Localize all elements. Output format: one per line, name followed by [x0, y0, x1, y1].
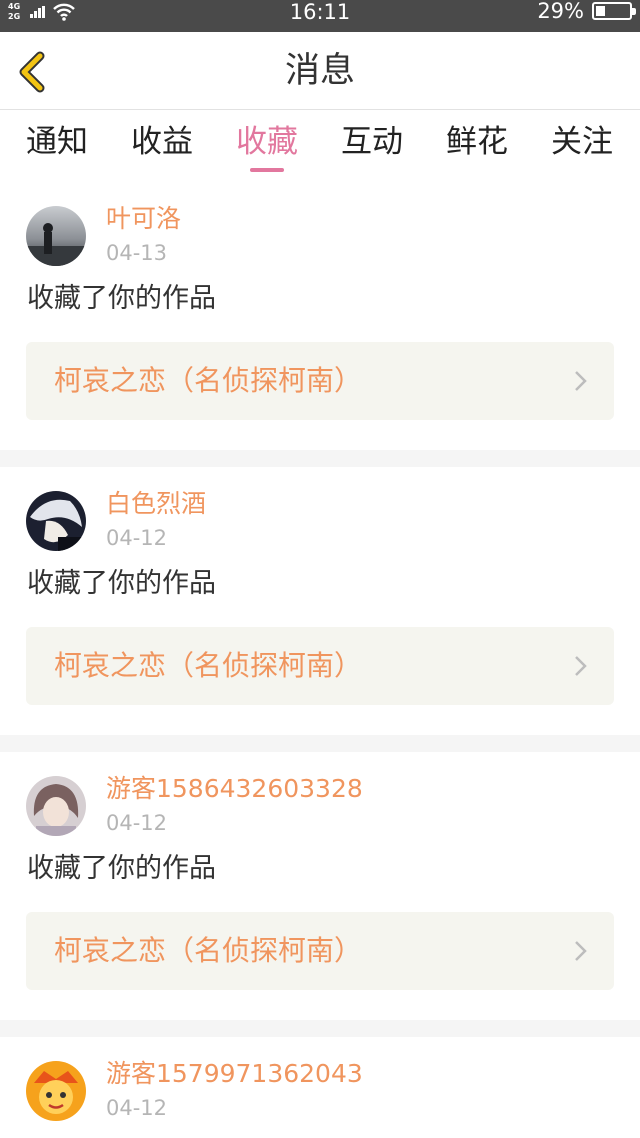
- work-title: 柯哀之恋（名侦探柯南）: [54, 364, 363, 397]
- message-text: 收藏了你的作品: [27, 853, 216, 884]
- message-text: 收藏了你的作品: [27, 283, 216, 314]
- message-card: 叶可洛 04-13 收藏了你的作品 柯哀之恋（名侦探柯南）: [0, 182, 640, 450]
- battery-percent: 29%: [537, 0, 584, 23]
- tab-interaction[interactable]: 互动: [332, 122, 412, 162]
- tab-earnings[interactable]: 收益: [122, 122, 202, 162]
- work-title: 柯哀之恋（名侦探柯南）: [54, 649, 363, 682]
- message-date: 04-12: [106, 1096, 168, 1120]
- chevron-right-icon: [575, 941, 587, 961]
- message-date: 04-12: [106, 526, 168, 550]
- avatar[interactable]: [26, 491, 86, 551]
- message-date: 04-13: [106, 241, 168, 265]
- tab-flowers[interactable]: 鲜花: [437, 122, 517, 162]
- tab-bar: 通知 收益 收藏 互动 鲜花 关注: [0, 110, 640, 182]
- work-link[interactable]: 柯哀之恋（名侦探柯南）: [26, 342, 614, 420]
- work-link[interactable]: 柯哀之恋（名侦探柯南）: [26, 912, 614, 990]
- nav-header: 消息: [0, 32, 640, 110]
- username[interactable]: 游客1586432603328: [106, 774, 363, 804]
- avatar[interactable]: [26, 1061, 86, 1121]
- username[interactable]: 叶可洛: [106, 204, 181, 234]
- battery-icon: [592, 2, 636, 20]
- chevron-right-icon: [575, 656, 587, 676]
- page-title: 消息: [284, 51, 355, 91]
- username[interactable]: 白色烈酒: [106, 489, 206, 519]
- avatar[interactable]: [26, 206, 86, 266]
- active-tab-indicator: [250, 168, 284, 172]
- message-text: 收藏了你的作品: [27, 568, 216, 599]
- work-link[interactable]: 柯哀之恋（名侦探柯南）: [26, 627, 614, 705]
- tab-favorites[interactable]: 收藏: [227, 122, 307, 162]
- username[interactable]: 游客1579971362043: [106, 1059, 363, 1089]
- tab-following[interactable]: 关注: [542, 122, 622, 162]
- work-title: 柯哀之恋（名侦探柯南）: [54, 934, 363, 967]
- status-bar: 4G 2G 16:11 29%: [0, 0, 640, 32]
- avatar[interactable]: [26, 776, 86, 836]
- message-date: 04-12: [106, 811, 168, 835]
- message-card: 游客1586432603328 04-12 收藏了你的作品 柯哀之恋（名侦探柯南…: [0, 752, 640, 1020]
- message-card: 游客1579971362043 04-12: [0, 1037, 640, 1138]
- tab-notice[interactable]: 通知: [17, 122, 97, 162]
- message-card: 白色烈酒 04-12 收藏了你的作品 柯哀之恋（名侦探柯南）: [0, 467, 640, 735]
- chevron-right-icon: [575, 371, 587, 391]
